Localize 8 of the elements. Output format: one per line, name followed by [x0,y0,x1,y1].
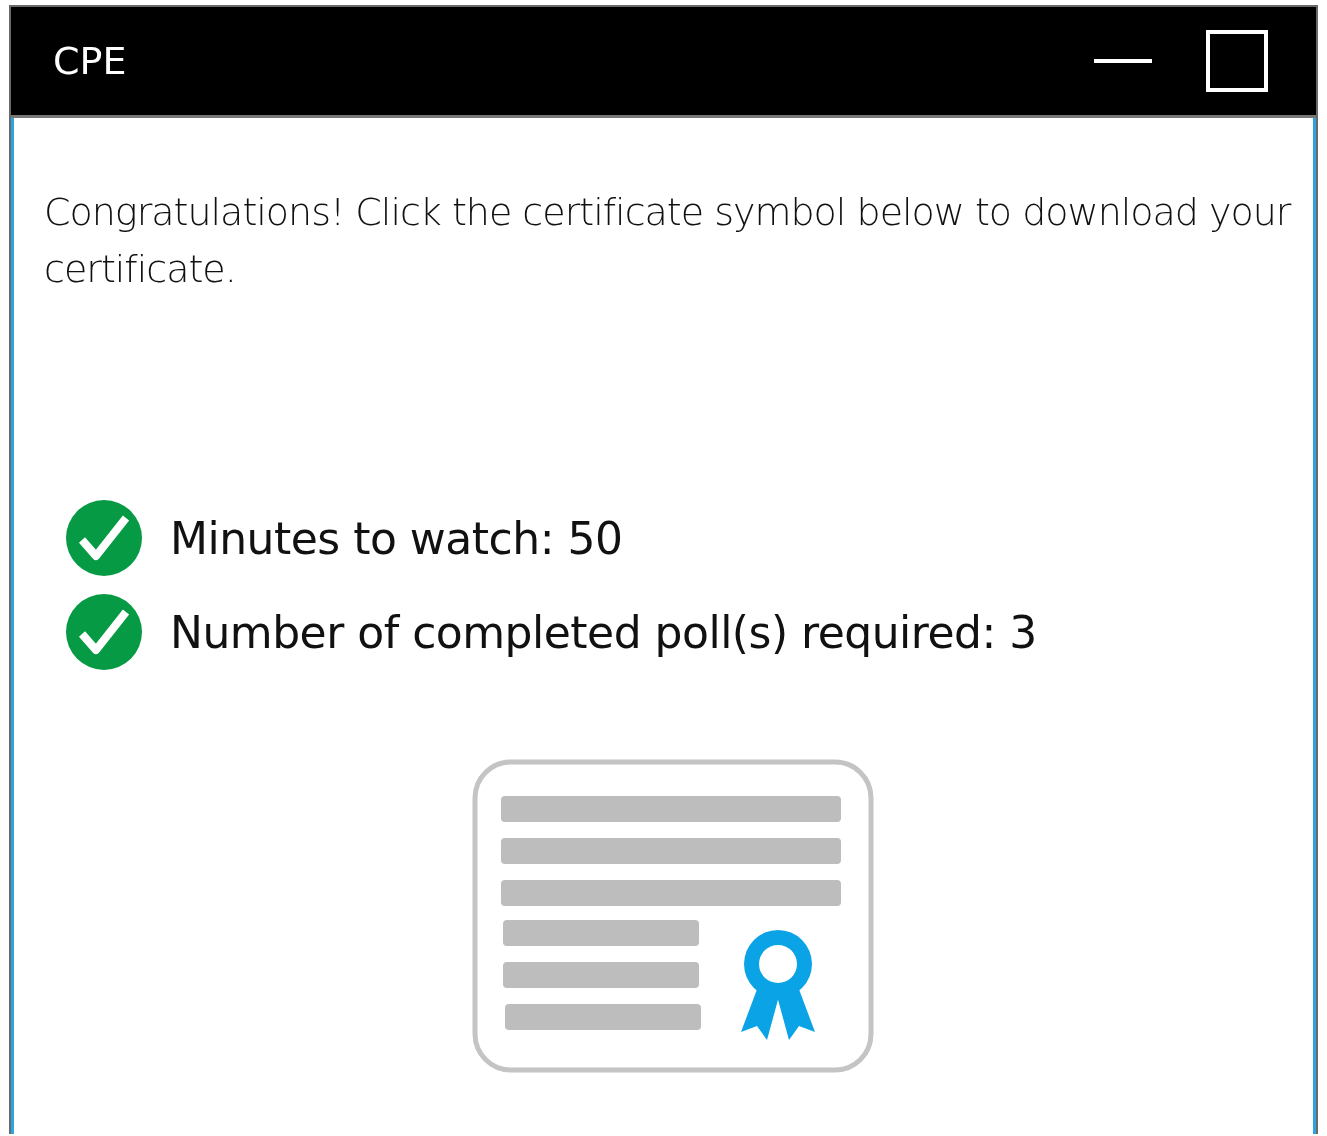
maximize-icon [1206,30,1268,92]
congratulations-message: Congratulations! Click the certificate symbol below to download your certificate. [44,189,1293,293]
minimize-icon [1094,57,1154,65]
maximize-button[interactable] [1206,30,1268,92]
requirement-text: Number of completed poll(s) required: 3 [170,606,1037,658]
minimize-button[interactable] [1094,57,1154,65]
window-title: CPE [53,39,127,83]
requirement-text: Minutes to watch: 50 [170,512,623,564]
